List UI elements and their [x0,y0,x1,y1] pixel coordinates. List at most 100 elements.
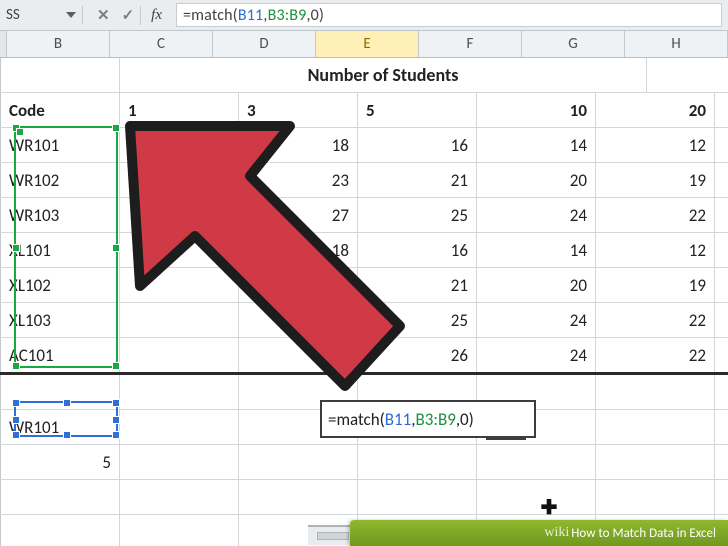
cell[interactable] [596,410,715,444]
cell[interactable]: 19 [596,163,715,197]
cell[interactable] [715,93,728,127]
cell[interactable] [120,515,239,546]
cell[interactable] [715,410,728,444]
header-cell[interactable]: 20 [596,93,715,127]
cell[interactable] [715,163,728,197]
cell[interactable]: 16 [358,233,477,267]
header-cell[interactable]: 10 [477,93,596,127]
header-cell[interactable]: 5 [358,93,477,127]
cell[interactable]: 22 [596,338,715,372]
cell[interactable]: 14 [477,128,596,162]
enter-icon[interactable]: ✓ [122,6,135,25]
cell[interactable] [239,338,358,372]
cell[interactable]: 18 [239,128,358,162]
cell[interactable]: XL101 [1,233,120,267]
column-header[interactable]: H [625,31,728,57]
cell[interactable]: WR101 [1,128,120,162]
cell[interactable] [120,445,239,479]
cell[interactable] [239,303,358,337]
cell[interactable] [239,480,358,514]
cell[interactable]: 24 [477,338,596,372]
cell[interactable] [239,268,358,302]
header-cell[interactable]: Code [1,93,120,127]
cell[interactable] [596,480,715,514]
cell[interactable] [596,445,715,479]
cell[interactable] [596,375,715,409]
cell[interactable] [1,375,120,409]
cell[interactable] [715,268,728,302]
fx-icon[interactable]: fx [149,7,168,24]
cell[interactable]: WR103 [1,198,120,232]
cell[interactable] [715,128,728,162]
cell[interactable]: 18 [239,233,358,267]
cell[interactable] [120,410,239,444]
cell[interactable]: 16 [358,128,477,162]
spreadsheet-grid[interactable]: Number of Students Code 1 3 5 10 20 WR10… [0,58,728,546]
column-header[interactable]: B [7,31,110,57]
cell[interactable]: AC101 [1,338,120,372]
cell[interactable] [715,233,728,267]
cell[interactable]: WR102 [1,163,120,197]
column-header[interactable]: F [419,31,522,57]
cell[interactable] [358,445,477,479]
column-header[interactable]: C [110,31,213,57]
result-cell[interactable]: 5 [1,445,120,479]
watermark-bar: wiki How to Match Data in Excel [350,520,728,546]
cell[interactable]: 28 [120,198,239,232]
cell[interactable]: 21 [358,163,477,197]
cell[interactable] [120,303,239,337]
cell[interactable] [715,445,728,479]
column-header[interactable]: G [522,31,625,57]
cell[interactable] [120,233,239,267]
cell[interactable] [239,445,358,479]
cell[interactable]: 26 [358,338,477,372]
cancel-icon[interactable]: ✕ [97,6,110,25]
cell[interactable] [477,445,596,479]
active-edit-cell[interactable]: =match(B11,B3:B9,0) [320,400,536,438]
cell[interactable]: 24 [477,198,596,232]
cell[interactable] [477,480,596,514]
cell[interactable]: 14 [477,233,596,267]
cell[interactable]: 21 [358,268,477,302]
cell[interactable] [715,375,728,409]
cell[interactable]: XL103 [1,303,120,337]
cell[interactable] [715,303,728,337]
cell[interactable] [120,268,239,302]
header-cell[interactable]: 1 [120,93,239,127]
header-cell[interactable]: 3 [239,93,358,127]
cell[interactable] [358,480,477,514]
cell[interactable] [120,375,239,409]
cell[interactable]: 19 [596,268,715,302]
chevron-down-icon[interactable] [66,12,76,18]
cell[interactable] [1,58,120,92]
cell[interactable]: 20 [477,268,596,302]
cell[interactable] [120,480,239,514]
cell[interactable] [1,515,120,546]
cell[interactable]: 25 [120,163,239,197]
cell[interactable]: 22 [596,198,715,232]
cell[interactable] [715,338,728,372]
cell[interactable]: 12 [596,128,715,162]
corner-cell[interactable] [0,31,7,57]
cell[interactable]: 22 [596,303,715,337]
cell[interactable]: 24 [477,303,596,337]
cell[interactable]: 23 [239,163,358,197]
cell[interactable] [120,338,239,372]
column-header[interactable]: D [213,31,316,57]
cell[interactable]: 25 [358,198,477,232]
cell[interactable]: 25 [358,303,477,337]
formula-input[interactable]: =match(B11,B3:B9,0) [176,3,722,27]
title-cell[interactable]: Number of Students [120,58,647,92]
cell[interactable] [1,480,120,514]
cell[interactable]: 20 [477,163,596,197]
cell[interactable]: XL102 [1,268,120,302]
cell[interactable] [715,198,728,232]
column-header[interactable]: E [316,31,419,57]
cell[interactable]: 27 [239,198,358,232]
name-box[interactable]: SS [6,6,83,24]
cell[interactable] [647,58,728,92]
lookup-value-cell[interactable]: WR101 [1,410,120,444]
cell[interactable]: 20 [120,128,239,162]
cell[interactable] [715,480,728,514]
cell[interactable]: 12 [596,233,715,267]
